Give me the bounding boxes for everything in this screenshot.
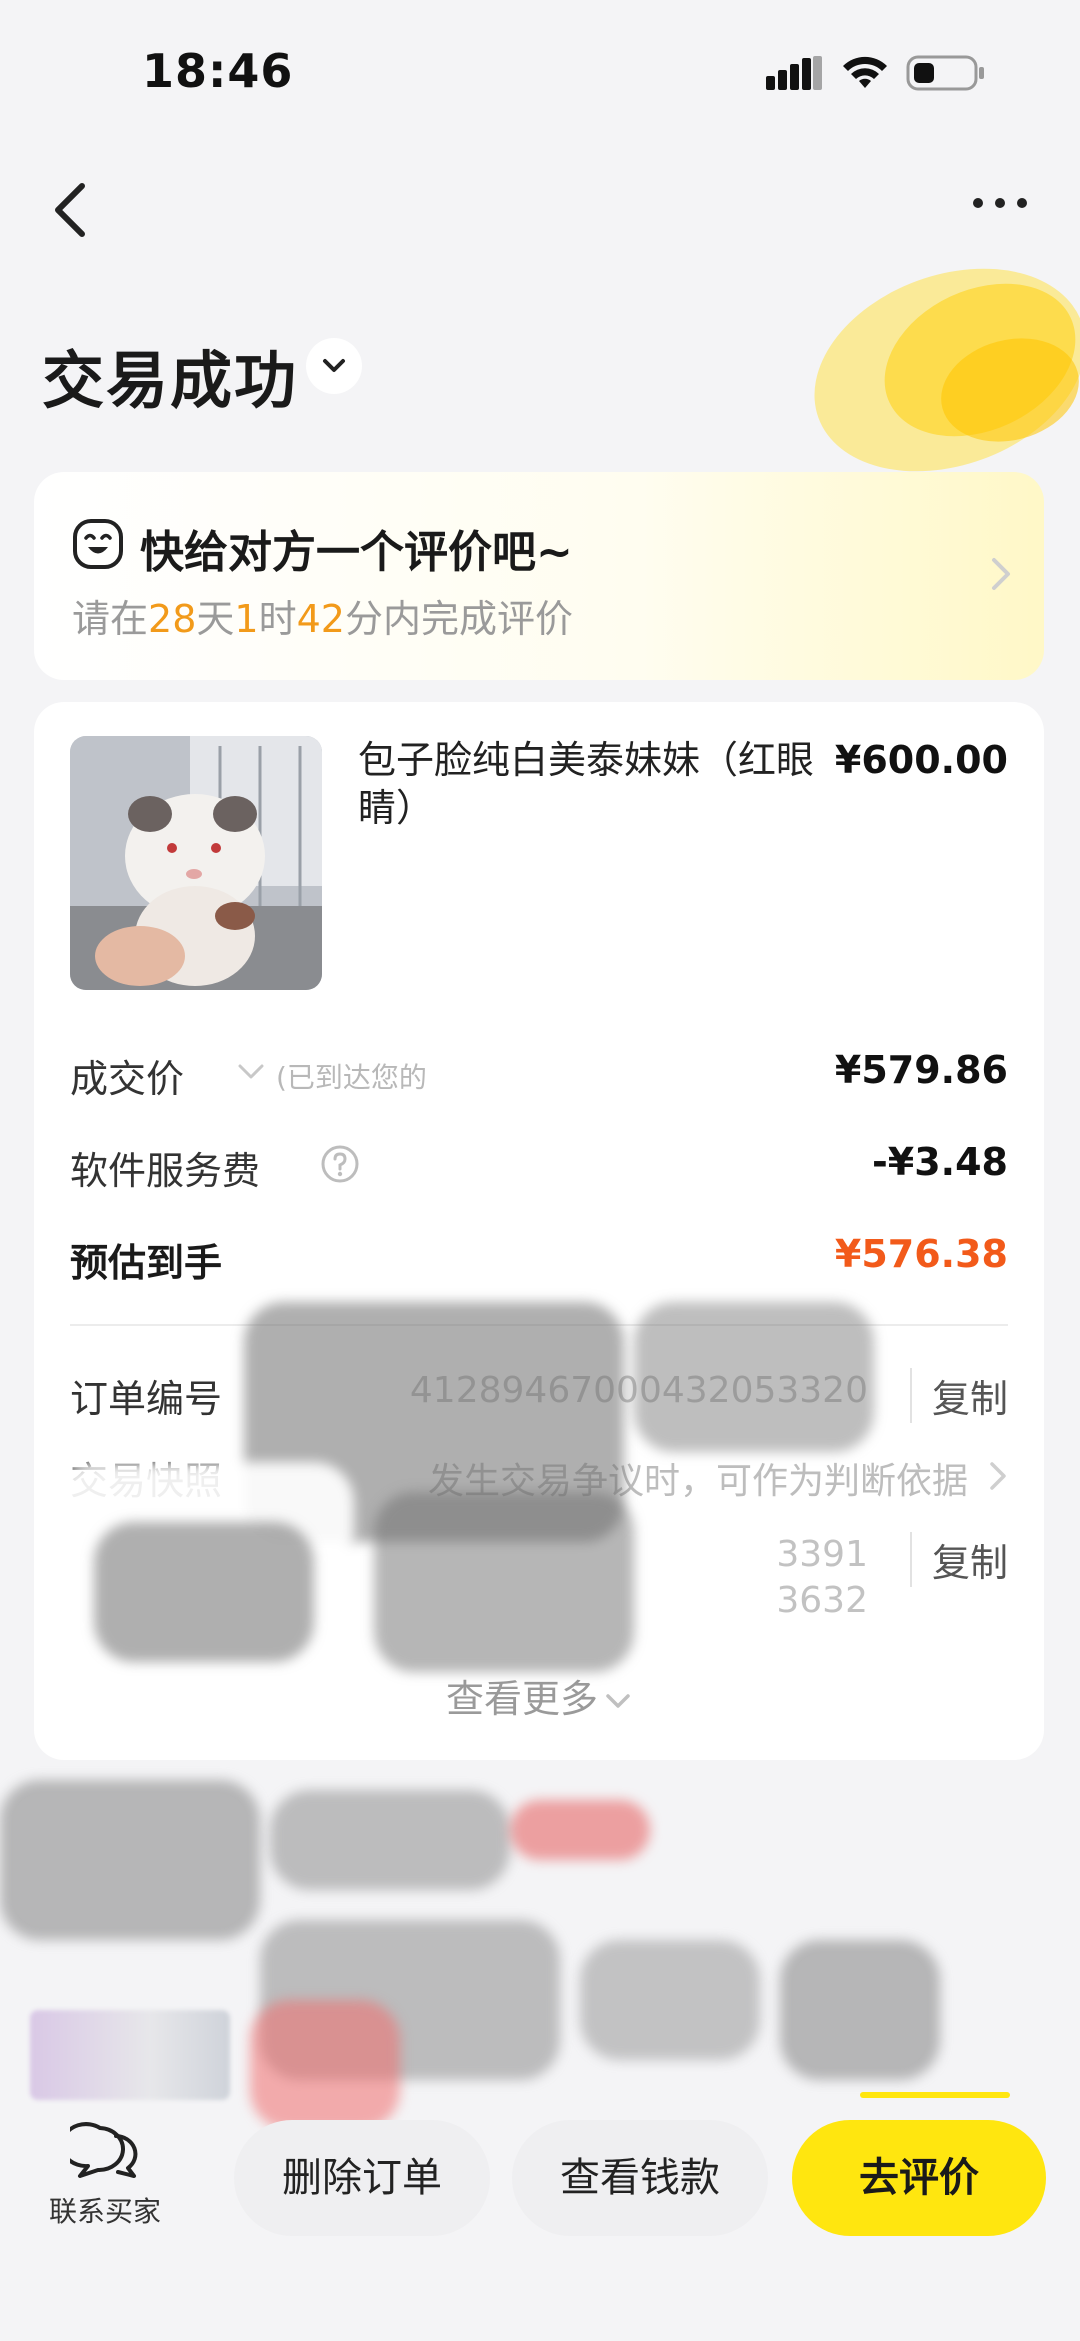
redaction-scribble (94, 1522, 314, 1662)
chevron-right-icon (990, 1462, 1006, 1490)
deadline-prefix: 请在 (72, 597, 149, 641)
order-status-title: 交易成功 (42, 344, 299, 417)
help-icon[interactable] (320, 1144, 360, 1184)
third-info-value-line2: 3632 (776, 1580, 868, 1621)
review-deadline: 请在28天1时42分内完成评价 (72, 588, 573, 643)
wifi-icon (843, 56, 887, 88)
deadline-minute-unit: 分内完成评价 (344, 597, 573, 641)
cellular-signal-icon (766, 56, 822, 90)
go-review-button[interactable]: 去评价 (792, 2120, 1046, 2236)
review-prompt-card[interactable]: 快给对方一个评价吧~ 请在28天1时42分内完成评价 (34, 472, 1044, 680)
status-bar: 18:46 (0, 0, 1080, 140)
deal-price-row: 成交价 (已到达您的 ¥579.86 (70, 1042, 1008, 1102)
copy-third-value-button[interactable]: 复制 (909, 1532, 1008, 1587)
back-arrow-icon[interactable] (48, 180, 92, 240)
view-payment-button[interactable]: 查看钱款 (512, 2120, 768, 2236)
service-fee-row: 软件服务费 -¥3.48 (70, 1134, 1008, 1194)
view-more-label: 查看更多 (445, 1677, 598, 1721)
more-options-icon[interactable] (970, 188, 1030, 218)
deadline-day-unit: 天 (196, 597, 235, 641)
service-fee-value: -¥3.48 (872, 1140, 1008, 1184)
delete-order-button[interactable]: 删除订单 (234, 2120, 490, 2236)
redaction-scribble (374, 1492, 634, 1672)
redaction-scribble (780, 1940, 940, 2080)
third-info-value-line1: 3391 (776, 1534, 868, 1575)
product-title[interactable]: 包子脸纯白美泰妹妹（红眼睛） (358, 736, 818, 832)
order-number-label: 订单编号 (70, 1377, 223, 1421)
chat-bubble-icon (70, 2122, 138, 2178)
battery-icon (906, 55, 984, 91)
service-fee-label: 软件服务费 (70, 1149, 261, 1193)
product-price: ¥600.00 (834, 738, 1008, 782)
chevron-down-icon (323, 359, 345, 372)
nav-bar (0, 160, 1080, 250)
redaction-scribble (270, 1790, 510, 1890)
chevron-right-icon (992, 558, 1010, 590)
order-detail-card: 包子脸纯白美泰妹妹（红眼睛） ¥600.00 成交价 (已到达您的 ¥579.8… (34, 702, 1044, 1760)
deal-price-value: ¥579.86 (834, 1048, 1008, 1092)
thumbnail-strip (30, 2010, 230, 2100)
estimated-income-value: ¥576.38 (834, 1232, 1008, 1276)
contact-buyer-label: 联系买家 (48, 2195, 161, 2228)
chevron-down-icon[interactable] (236, 1062, 266, 1082)
status-dropdown-button[interactable] (306, 338, 362, 394)
bottom-action-bar: 联系买家 删除订单 查看钱款 去评价 (0, 2094, 1080, 2254)
smile-face-icon (73, 519, 123, 569)
view-more-button[interactable]: 查看更多 (34, 1668, 1044, 1723)
chevron-down-icon (606, 1693, 630, 1708)
status-time: 18:46 (142, 44, 294, 98)
estimated-income-label: 预估到手 (70, 1241, 223, 1285)
copy-order-number-button[interactable]: 复制 (909, 1368, 1008, 1423)
yellow-brush-decoration (814, 268, 1080, 472)
review-prompt-title: 快给对方一个评价吧~ (140, 527, 573, 578)
product-image[interactable] (70, 736, 322, 990)
deal-price-label: 成交价 (70, 1057, 185, 1101)
deadline-minutes: 42 (296, 597, 345, 641)
deadline-hours: 1 (234, 597, 259, 641)
redaction-scribble (580, 1940, 760, 2060)
estimated-income-row: 预估到手 ¥576.38 (70, 1226, 1008, 1286)
deadline-hour-unit: 时 (258, 597, 297, 641)
deal-price-note: (已到达您的 (276, 1061, 427, 1094)
deadline-days: 28 (148, 597, 197, 641)
contact-buyer-button[interactable]: 联系买家 (40, 2122, 170, 2230)
guinea-pig-photo (70, 736, 322, 990)
redaction-scribble (634, 1302, 874, 1452)
redaction-scribble (0, 1780, 260, 1940)
redaction-scribble-red (510, 1800, 650, 1860)
